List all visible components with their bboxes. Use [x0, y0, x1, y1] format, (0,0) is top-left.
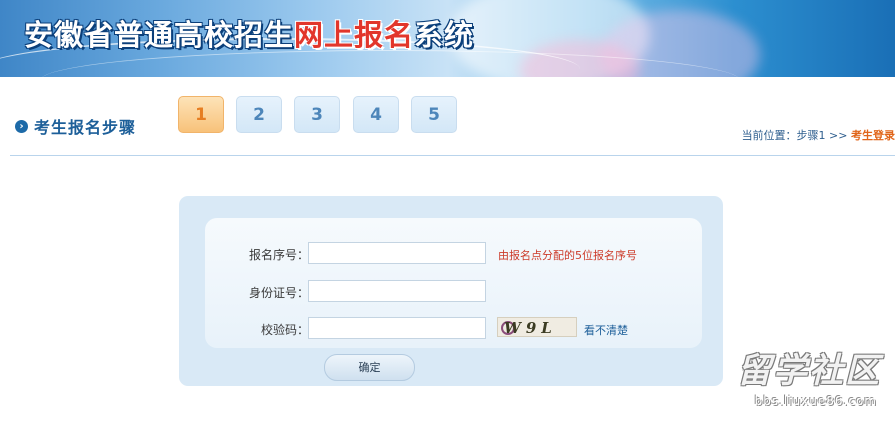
captcha-text: W9L — [504, 319, 557, 337]
steps-heading-label: 考生报名步骤 — [34, 118, 137, 137]
site-title-highlight: 网上报名 — [294, 18, 415, 52]
step-bar: › 考生报名步骤 1 2 3 4 5 当前位置：步骤1 >> 考生登录 — [10, 77, 895, 156]
watermark-logo: 留学社区 — [737, 351, 881, 391]
id-number-label: 身份证号： — [248, 286, 309, 300]
step-2[interactable]: 2 — [236, 96, 282, 133]
captcha-input[interactable] — [308, 317, 486, 339]
captcha-image[interactable]: W9L — [497, 317, 577, 337]
site-title-part1: 安徽省普通高校招生 — [24, 18, 295, 52]
reg-number-hint: 由报名点分配的5位报名序号 — [498, 249, 637, 262]
step-5[interactable]: 5 — [411, 96, 457, 133]
submit-button[interactable]: 确定 — [324, 354, 415, 381]
captcha-row: 校验码： W9L 看不清楚 — [205, 317, 702, 341]
login-form: 报名序号： 由报名点分配的5位报名序号 身份证号： 校验码： W9L 看不清楚 — [205, 218, 702, 348]
id-number-row: 身份证号： — [205, 280, 702, 304]
breadcrumb-current: 考生登录 — [851, 129, 895, 142]
login-form-panel: 报名序号： 由报名点分配的5位报名序号 身份证号： 校验码： W9L 看不清楚 … — [179, 196, 723, 386]
reg-number-label: 报名序号： — [248, 248, 309, 262]
reg-number-input[interactable] — [308, 242, 486, 264]
id-number-input[interactable] — [308, 280, 486, 302]
captcha-refresh-link[interactable]: 看不清楚 — [584, 322, 628, 338]
reg-number-row: 报名序号： 由报名点分配的5位报名序号 — [205, 242, 702, 266]
header-banner: 安徽省普通高校招生网上报名系统 — [0, 0, 895, 77]
chevron-right-icon: › — [15, 119, 28, 133]
watermark-url: bbs.liuxue86.com — [754, 394, 877, 408]
step-1[interactable]: 1 — [178, 96, 224, 133]
step-3[interactable]: 3 — [294, 96, 340, 133]
site-title-part2: 系统 — [414, 18, 475, 52]
step-4[interactable]: 4 — [353, 96, 399, 133]
breadcrumb: 当前位置：步骤1 >> 考生登录 — [742, 127, 895, 143]
steps-heading: › 考生报名步骤 — [15, 115, 136, 137]
breadcrumb-prefix: 当前位置：步骤1 >> — [741, 129, 851, 142]
captcha-label: 校验码： — [260, 323, 309, 337]
site-title: 安徽省普通高校招生网上报名系统 — [24, 12, 474, 54]
